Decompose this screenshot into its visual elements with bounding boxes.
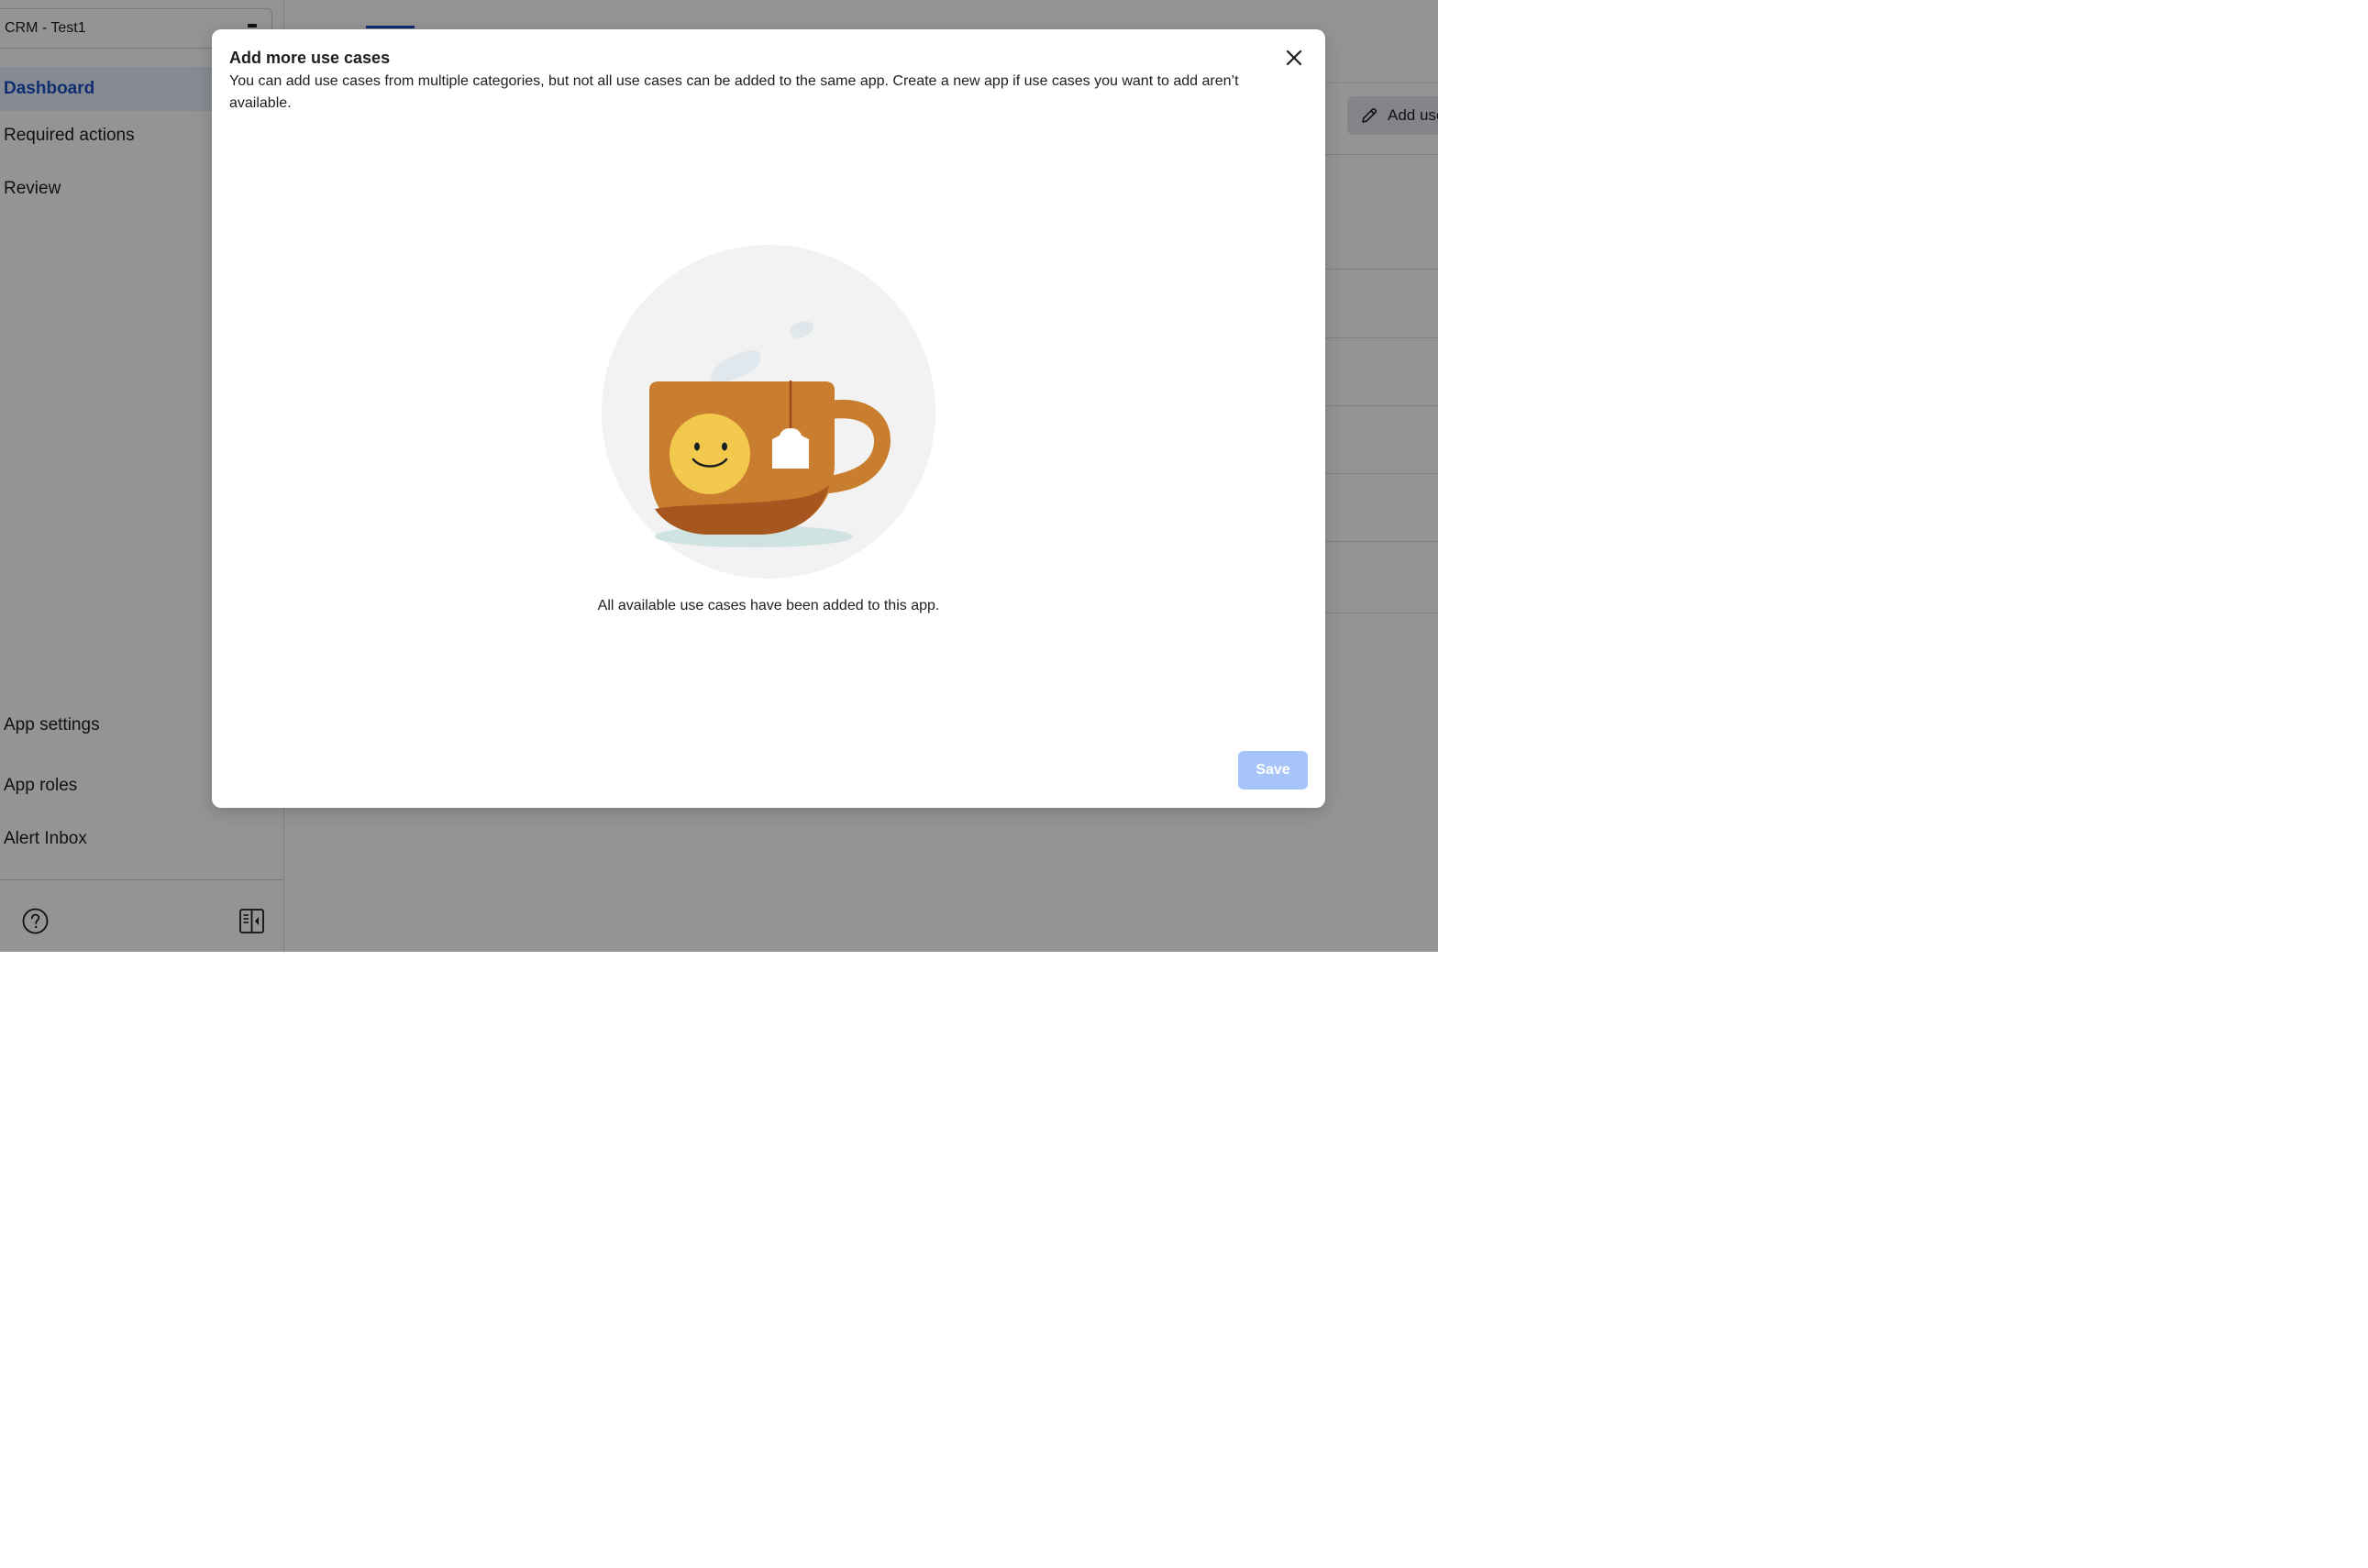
empty-state-message: All available use cases have been added … <box>597 598 940 613</box>
modal-title: Add more use cases <box>229 49 391 67</box>
smiling-tea-cup-illustration <box>602 245 935 579</box>
save-button[interactable]: Save <box>1238 751 1308 790</box>
modal-description: You can add use cases from multiple cate… <box>229 73 1239 111</box>
app-window: CRM - Test1 Dashboard Required actions R… <box>0 0 1438 952</box>
add-use-cases-modal: Add more use cases You can add use cases… <box>212 29 1325 808</box>
close-icon[interactable] <box>1283 47 1305 69</box>
